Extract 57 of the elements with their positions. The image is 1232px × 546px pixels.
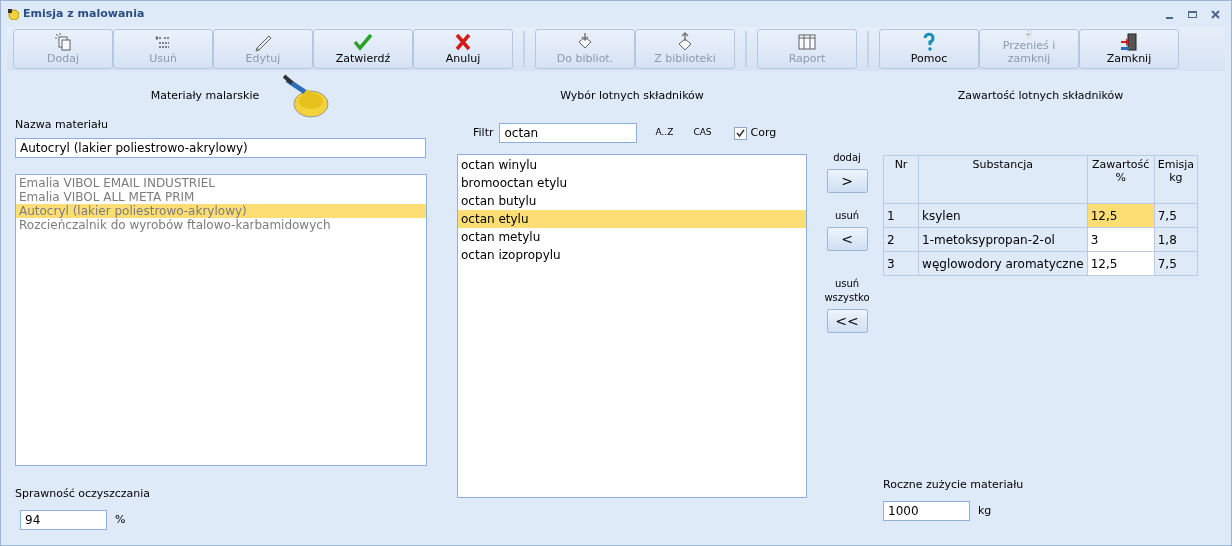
list-item[interactable]: bromooctan etylu	[458, 174, 806, 192]
column-header: Emisja kg	[1154, 155, 1198, 204]
toolbar-button[interactable]: Zamknij	[1079, 29, 1179, 69]
section-heading: Wybór lotnych składników	[560, 87, 704, 104]
checkbox-label: Corg	[750, 124, 777, 141]
sort-link[interactable]: CAS	[693, 126, 712, 140]
window-title: Emisja z malowania	[23, 5, 146, 22]
list-item[interactable]: octan winylu	[458, 156, 806, 174]
field-label: Roczne zużycie materiału	[883, 476, 1025, 493]
arrow-button[interactable]: <<	[826, 309, 868, 333]
checkbox[interactable]	[733, 126, 747, 140]
list-item[interactable]: octan etylu	[458, 210, 806, 228]
field-label: Nazwa materiału	[15, 117, 109, 133]
list-item[interactable]: octan metylu	[458, 228, 806, 246]
section-heading: Materiały malarskie	[150, 87, 260, 104]
paint-brush-icon	[283, 74, 332, 118]
filter-field[interactable]: octan	[499, 123, 638, 143]
arrow-button[interactable]: >	[826, 169, 868, 193]
table-cell: ksylen	[918, 203, 1088, 228]
unit-label: kg	[978, 502, 992, 519]
close-icon[interactable]	[1210, 8, 1221, 20]
exit-door-icon	[1119, 32, 1139, 52]
efficiency-field[interactable]: 94	[20, 510, 107, 530]
table-cell: 2	[883, 227, 919, 252]
list-item[interactable]: Emalia VIBOL ALL META PRIM	[16, 189, 426, 204]
table-cell: 3	[883, 251, 919, 276]
list-item[interactable]: Rozcieńczalnik do wyrobów ftalowo-karbamidowych	[16, 217, 426, 232]
cross-icon	[453, 32, 473, 52]
section-heading: Zawartość lotnych składników	[957, 87, 1124, 104]
table-cell: 1	[883, 203, 919, 228]
table-cell: 7,5	[1154, 203, 1198, 228]
column-header: Substancja	[918, 155, 1088, 204]
filter-label: Filtr	[473, 124, 494, 141]
list-item[interactable]: octan izopropylu	[458, 246, 806, 264]
toolbar-button[interactable]: Zatwierdź	[313, 29, 413, 69]
column-header: Zawartość %	[1087, 155, 1155, 204]
column-header: Nr	[883, 155, 919, 204]
copy-icon	[53, 32, 73, 52]
field-label: Sprawność oczyszczania	[15, 485, 152, 502]
table-cell: 7,5	[1154, 251, 1198, 276]
arrow-button[interactable]: <	[826, 227, 868, 251]
toolbar-button[interactable]: Pomoc	[879, 29, 979, 69]
table-cell: 1-metoksypropan-2-ol	[918, 227, 1088, 252]
button-caption: dodaj	[832, 151, 862, 165]
list-item[interactable]: octan butylu	[458, 192, 806, 210]
usage-field[interactable]: 1000	[883, 501, 970, 521]
table-icon	[797, 32, 817, 52]
toolbar-button[interactable]: Anuluj	[413, 29, 513, 69]
unit-label: %	[115, 511, 126, 528]
button-caption: usuń	[833, 209, 861, 223]
button-caption: usuń wszystko	[823, 277, 871, 305]
check-icon	[353, 32, 373, 52]
table-cell: 1,8	[1154, 227, 1198, 252]
list-item[interactable]: Emalia VIBOL EMAIL INDUSTRIEL	[16, 175, 426, 190]
sort-link[interactable]: A..Z	[655, 126, 674, 140]
table-cell: węglowodory aromatyczne	[918, 251, 1088, 276]
material-name-field[interactable]: Autocryl (lakier poliestrowo-akrylowy)	[15, 137, 426, 158]
